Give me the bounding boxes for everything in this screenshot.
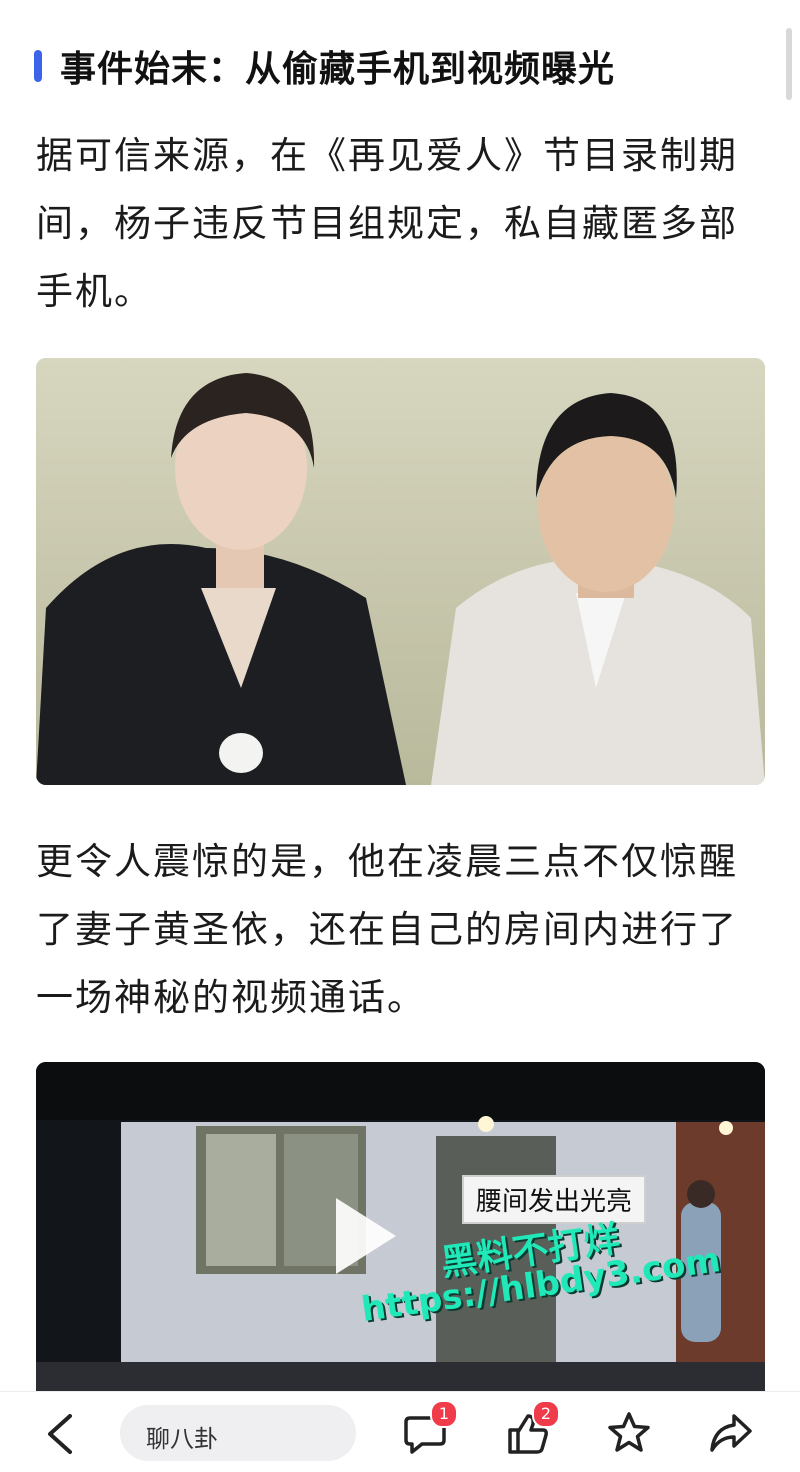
paragraph-2: 更令人震惊的是，他在凌晨三点不仅惊醒了妻子黄圣依，还在自己的房间内进行了一场神秘… <box>36 840 738 1019</box>
scrollbar[interactable] <box>786 28 792 100</box>
heading-accent-bar <box>34 50 42 82</box>
video-caption: 腰间发出光亮 <box>462 1175 647 1224</box>
like-count-badge: 2 <box>532 1400 560 1428</box>
back-arrow-icon[interactable] <box>40 1412 80 1456</box>
play-icon[interactable] <box>336 1198 396 1274</box>
comment-count-badge: 1 <box>430 1400 458 1428</box>
share-icon[interactable] <box>708 1410 754 1456</box>
chat-input-placeholder: 聊八卦 <box>146 1425 218 1453</box>
bottom-action-bar: 聊八卦 1 2 <box>0 1391 800 1472</box>
paragraph-1: 据可信来源，在《再见爱人》节目录制期间，杨子违反节目组规定，私自藏匿多部手机。 <box>36 134 738 313</box>
section-heading: 事件始末：从偷藏手机到视频曝光 <box>34 40 615 92</box>
photo-scene <box>36 358 765 785</box>
section-title: 事件始末：从偷藏手机到视频曝光 <box>60 49 616 90</box>
chat-input[interactable]: 聊八卦 <box>120 1405 356 1461</box>
video-scene <box>36 1062 765 1402</box>
article-photo[interactable] <box>36 358 765 785</box>
star-icon[interactable] <box>606 1410 652 1456</box>
article-video[interactable] <box>36 1062 765 1402</box>
